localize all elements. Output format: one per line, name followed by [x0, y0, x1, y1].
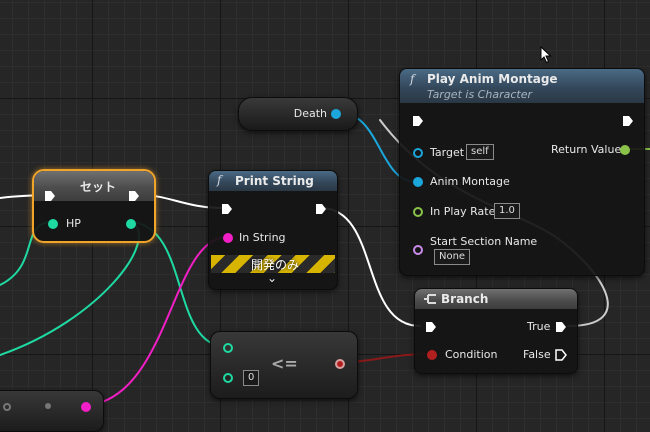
print-string-node[interactable]: f Print String In String 開発のみ ⌄ [208, 170, 338, 290]
branch-true-pin[interactable] [555, 321, 567, 333]
compare-node[interactable]: 0 <= [210, 331, 358, 399]
set-exec-in-pin[interactable] [44, 190, 56, 202]
compare-operator: <= [271, 354, 298, 373]
print-string-title: Print String [235, 174, 314, 188]
play-anim-montage-title: Play Anim Montage [427, 72, 558, 86]
condition-pin[interactable] [427, 350, 437, 360]
offscreen-pin-b[interactable] [45, 403, 51, 409]
offscreen-string-out-pin[interactable] [81, 402, 91, 412]
death-label: Death [293, 107, 327, 120]
branch-false-label: False [523, 348, 551, 361]
offscreen-pin-a[interactable] [3, 403, 11, 411]
string-wire-print [83, 236, 227, 407]
offscreen-string-node[interactable] [0, 390, 104, 432]
print-exec-out-pin[interactable] [315, 203, 327, 215]
in-play-rate-label: In Play Rate [430, 205, 496, 218]
branch-false-pin[interactable] [555, 349, 567, 361]
set-hp-input-pin[interactable] [48, 219, 58, 229]
start-section-label: Start Section Name [430, 235, 538, 248]
in-play-rate-field[interactable]: 1.0 [494, 203, 520, 219]
branch-title: Branch [441, 292, 489, 306]
play-exec-out-pin[interactable] [622, 115, 634, 127]
in-string-pin[interactable] [223, 233, 233, 243]
death-variable-node[interactable]: Death [238, 97, 358, 131]
set-hp-node[interactable]: セット HP [32, 169, 156, 243]
play-anim-montage-node[interactable]: f Play Anim Montage Target is Character … [399, 68, 645, 276]
target-value-field[interactable]: self [466, 144, 494, 160]
set-node-title: セット [80, 180, 117, 194]
branch-icon [424, 294, 436, 304]
return-value-pin[interactable] [620, 145, 630, 155]
branch-exec-in-pin[interactable] [425, 321, 437, 333]
function-icon: f [217, 173, 222, 187]
branch-header: Branch [415, 289, 577, 309]
anim-montage-pin[interactable] [413, 177, 423, 187]
in-string-label: In String [239, 231, 286, 244]
print-exec-in-pin[interactable] [221, 203, 233, 215]
in-play-rate-pin[interactable] [413, 207, 423, 217]
death-object-pin[interactable] [331, 109, 341, 119]
start-section-field[interactable]: None [434, 249, 471, 265]
print-string-header: f Print String [209, 171, 337, 191]
target-label: Target [430, 146, 465, 159]
branch-true-label: True [527, 320, 551, 333]
anim-montage-label: Anim Montage [430, 175, 510, 188]
function-icon: f [410, 72, 415, 86]
compare-b-pin[interactable] [223, 373, 233, 383]
branch-node[interactable]: Branch True Condition False [414, 288, 578, 374]
return-value-label: Return Value [551, 143, 622, 156]
expand-chevron-icon[interactable]: ⌄ [267, 271, 277, 285]
set-exec-out-pin[interactable] [128, 190, 140, 202]
mouse-cursor-icon [540, 46, 552, 64]
play-anim-montage-subtitle: Target is Character [427, 88, 532, 101]
play-exec-in-pin[interactable] [412, 115, 424, 127]
play-anim-montage-header: f Play Anim Montage Target is Character [400, 69, 644, 103]
compare-b-field[interactable]: 0 [243, 370, 260, 386]
start-section-pin[interactable] [413, 245, 423, 255]
compare-a-pin[interactable] [223, 343, 233, 353]
compare-result-pin[interactable] [335, 359, 345, 369]
condition-label: Condition [445, 348, 498, 361]
set-hp-label: HP [66, 217, 81, 230]
set-hp-output-pin[interactable] [126, 219, 136, 229]
target-pin[interactable] [413, 148, 423, 158]
